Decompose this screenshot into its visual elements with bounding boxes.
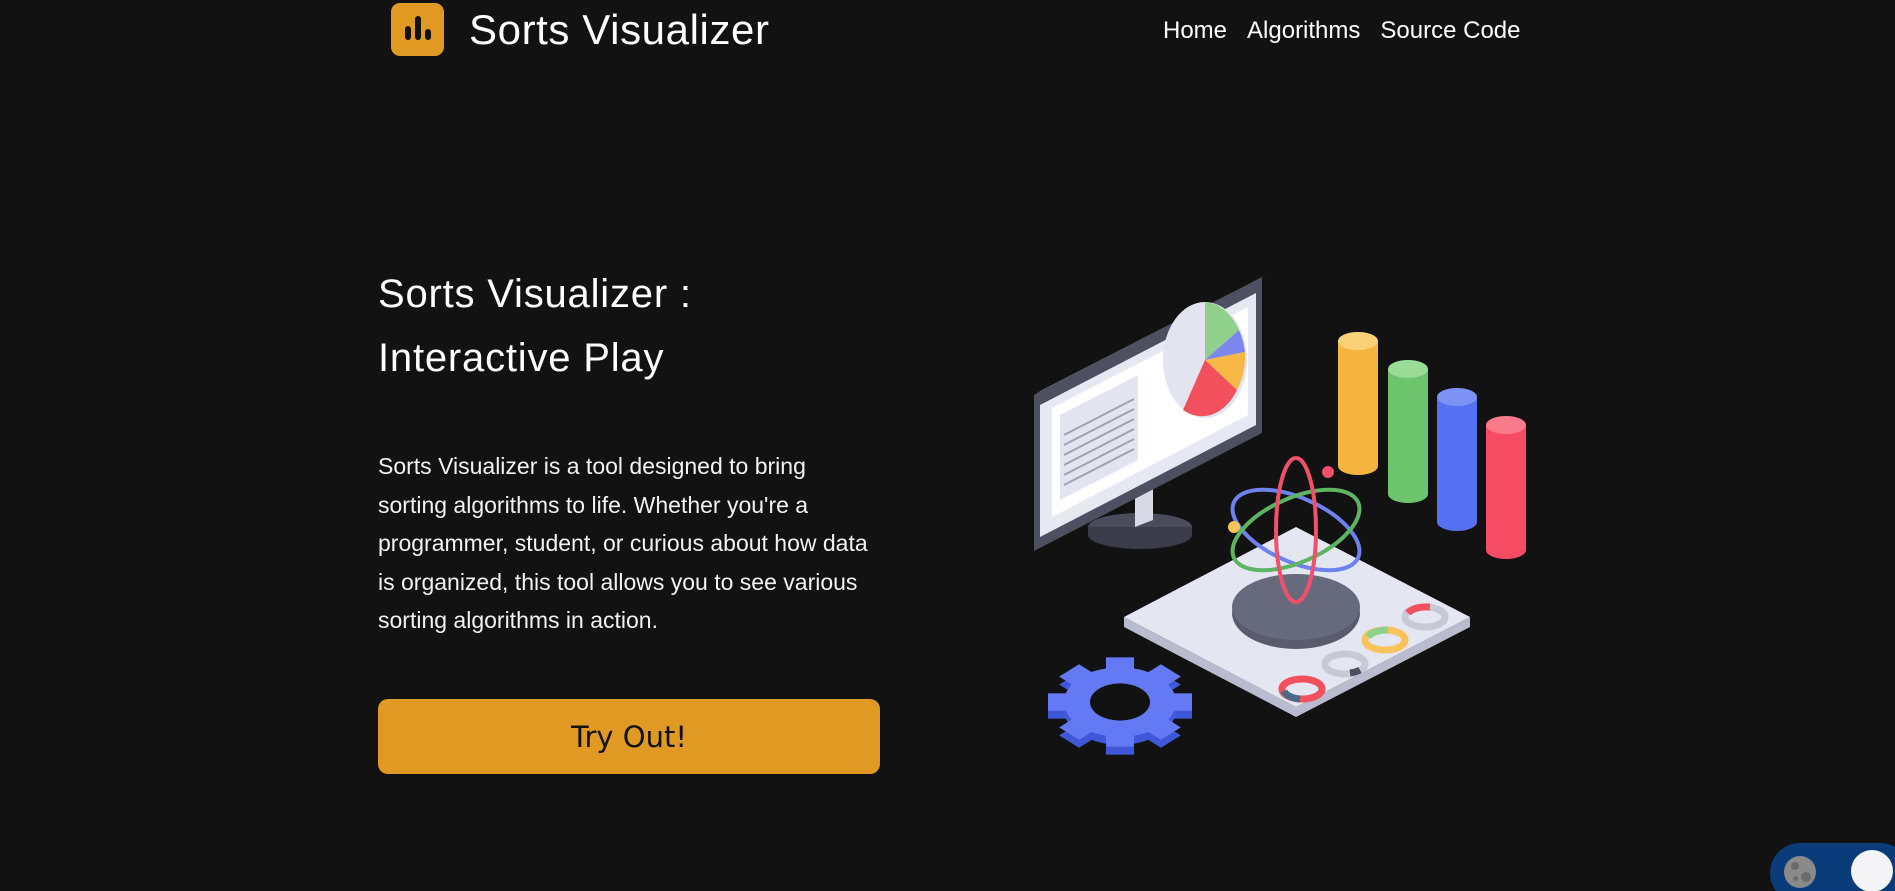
top-nav-bar: Sorts Visualizer Home Algorithms Source … bbox=[0, 0, 1895, 62]
try-out-button[interactable]: Try Out! bbox=[378, 699, 880, 774]
hero-title-line-1: Sorts Visualizer : bbox=[378, 272, 692, 316]
brand-title[interactable]: Sorts Visualizer bbox=[469, 4, 770, 56]
moon-icon bbox=[1784, 856, 1816, 888]
nav-link-home[interactable]: Home bbox=[1163, 14, 1227, 48]
cylinder-bars bbox=[1338, 332, 1526, 559]
hero-description: Sorts Visualizer is a tool designed to b… bbox=[378, 453, 868, 633]
toggle-knob bbox=[1851, 850, 1893, 891]
bar-chart-icon[interactable] bbox=[391, 3, 444, 56]
landing-page: Sorts Visualizer Home Algorithms Source … bbox=[0, 0, 1895, 891]
nav-link-algorithms[interactable]: Algorithms bbox=[1247, 14, 1360, 48]
main-nav: Home Algorithms Source Code bbox=[1163, 14, 1521, 48]
computer-analytics-illustration bbox=[1034, 273, 1526, 755]
gear-icon bbox=[1048, 657, 1192, 755]
hero-title: Sorts Visualizer : Interactive Play bbox=[378, 262, 898, 390]
hero-title-line-2: Interactive Play bbox=[378, 336, 665, 380]
theme-toggle[interactable] bbox=[1770, 843, 1895, 891]
platform-base bbox=[1124, 527, 1470, 717]
nav-link-source-code[interactable]: Source Code bbox=[1380, 14, 1520, 48]
